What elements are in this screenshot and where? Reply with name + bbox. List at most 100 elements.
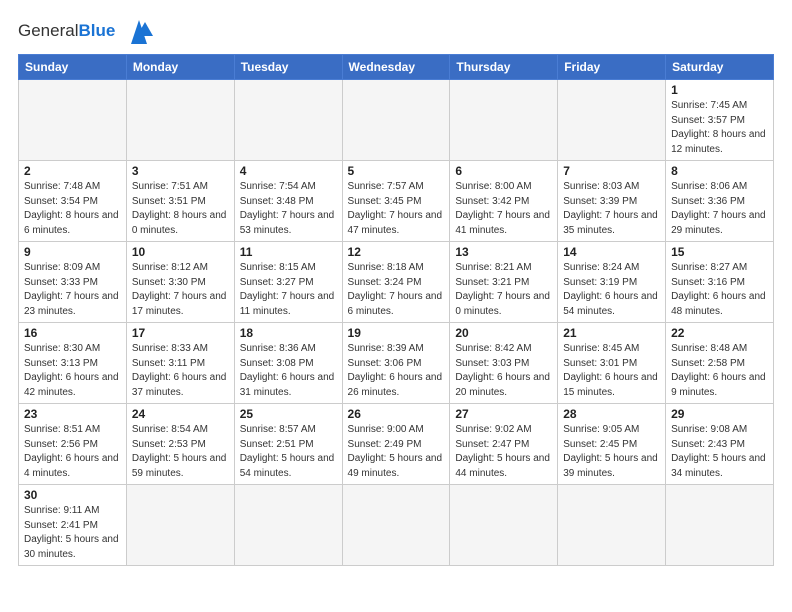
day-cell bbox=[450, 485, 558, 566]
weekday-header-monday: Monday bbox=[126, 55, 234, 80]
day-cell bbox=[450, 80, 558, 161]
day-info: Sunrise: 8:42 AM Sunset: 3:03 PM Dayligh… bbox=[455, 342, 552, 400]
day-info: Sunrise: 9:00 AM Sunset: 2:49 PM Dayligh… bbox=[348, 423, 445, 481]
day-cell: 13 Sunrise: 8:21 AM Sunset: 3:21 PM Dayli… bbox=[450, 242, 558, 323]
day-number: 7 bbox=[563, 164, 660, 178]
weekday-header-friday: Friday bbox=[558, 55, 666, 80]
day-number: 9 bbox=[24, 245, 121, 259]
logo-general: General bbox=[18, 21, 78, 40]
day-info: Sunrise: 7:57 AM Sunset: 3:45 PM Dayligh… bbox=[348, 180, 445, 238]
day-cell: 4Sunrise: 7:54 AM Sunset: 3:48 PM Daylig… bbox=[234, 161, 342, 242]
day-cell: 9 Sunrise: 8:09 AM Sunset: 3:33 PM Daylig… bbox=[19, 242, 127, 323]
day-cell: 8Sunrise: 8:06 AM Sunset: 3:36 PM Daylig… bbox=[666, 161, 774, 242]
day-cell bbox=[126, 485, 234, 566]
day-cell bbox=[666, 485, 774, 566]
day-info: Sunrise: 8:39 AM Sunset: 3:06 PM Dayligh… bbox=[348, 342, 445, 400]
day-number: 2 bbox=[24, 164, 121, 178]
day-cell: 2Sunrise: 7:48 AM Sunset: 3:54 PM Daylig… bbox=[19, 161, 127, 242]
day-cell: 22Sunrise: 8:48 AM Sunset: 2:58 PM Dayli… bbox=[666, 323, 774, 404]
day-cell: 30Sunrise: 9:11 AM Sunset: 2:41 PM Dayli… bbox=[19, 485, 127, 566]
day-info: Sunrise: 8:45 AM Sunset: 3:01 PM Dayligh… bbox=[563, 342, 660, 400]
logo-icon bbox=[121, 16, 157, 46]
day-cell bbox=[558, 485, 666, 566]
day-number: 11 bbox=[240, 245, 337, 259]
day-cell bbox=[342, 485, 450, 566]
day-number: 12 bbox=[348, 245, 445, 259]
day-cell: 19 Sunrise: 8:39 AM Sunset: 3:06 PM Dayli… bbox=[342, 323, 450, 404]
day-cell: 18Sunrise: 8:36 AM Sunset: 3:08 PM Dayli… bbox=[234, 323, 342, 404]
day-info: Sunrise: 7:51 AM Sunset: 3:51 PM Dayligh… bbox=[132, 180, 229, 238]
day-number: 25 bbox=[240, 407, 337, 421]
day-info: Sunrise: 8:09 AM Sunset: 3:33 PM Dayligh… bbox=[24, 261, 121, 319]
weekday-header-thursday: Thursday bbox=[450, 55, 558, 80]
day-info: Sunrise: 8:57 AM Sunset: 2:51 PM Dayligh… bbox=[240, 423, 337, 481]
day-info: Sunrise: 8:03 AM Sunset: 3:39 PM Dayligh… bbox=[563, 180, 660, 238]
day-info: Sunrise: 9:02 AM Sunset: 2:47 PM Dayligh… bbox=[455, 423, 552, 481]
day-info: Sunrise: 8:48 AM Sunset: 2:58 PM Dayligh… bbox=[671, 342, 768, 400]
day-info: Sunrise: 8:54 AM Sunset: 2:53 PM Dayligh… bbox=[132, 423, 229, 481]
day-info: Sunrise: 8:30 AM Sunset: 3:13 PM Dayligh… bbox=[24, 342, 121, 400]
day-number: 29 bbox=[671, 407, 768, 421]
day-cell: 21 Sunrise: 8:45 AM Sunset: 3:01 PM Dayli… bbox=[558, 323, 666, 404]
day-number: 16 bbox=[24, 326, 121, 340]
day-number: 27 bbox=[455, 407, 552, 421]
day-cell: 11Sunrise: 8:15 AM Sunset: 3:27 PM Dayli… bbox=[234, 242, 342, 323]
day-info: Sunrise: 8:12 AM Sunset: 3:30 PM Dayligh… bbox=[132, 261, 229, 319]
day-cell: 16 Sunrise: 8:30 AM Sunset: 3:13 PM Dayli… bbox=[19, 323, 127, 404]
day-cell: 5 Sunrise: 7:57 AM Sunset: 3:45 PM Daylig… bbox=[342, 161, 450, 242]
day-cell: 15 Sunrise: 8:27 AM Sunset: 3:16 PM Dayli… bbox=[666, 242, 774, 323]
day-cell: 17 Sunrise: 8:33 AM Sunset: 3:11 PM Dayli… bbox=[126, 323, 234, 404]
logo-blue: Blue bbox=[78, 21, 115, 40]
day-cell bbox=[126, 80, 234, 161]
day-number: 21 bbox=[563, 326, 660, 340]
day-info: Sunrise: 8:00 AM Sunset: 3:42 PM Dayligh… bbox=[455, 180, 552, 238]
day-info: Sunrise: 7:45 AM Sunset: 3:57 PM Dayligh… bbox=[671, 99, 768, 157]
day-cell: 3 Sunrise: 7:51 AM Sunset: 3:51 PM Daylig… bbox=[126, 161, 234, 242]
weekday-header-sunday: Sunday bbox=[19, 55, 127, 80]
day-number: 14 bbox=[563, 245, 660, 259]
day-cell bbox=[342, 80, 450, 161]
day-number: 28 bbox=[563, 407, 660, 421]
day-number: 8 bbox=[671, 164, 768, 178]
day-cell: 14 Sunrise: 8:24 AM Sunset: 3:19 PM Dayli… bbox=[558, 242, 666, 323]
day-cell: 25 Sunrise: 8:57 AM Sunset: 2:51 PM Dayli… bbox=[234, 404, 342, 485]
day-cell: 20 Sunrise: 8:42 AM Sunset: 3:03 PM Dayli… bbox=[450, 323, 558, 404]
day-number: 19 bbox=[348, 326, 445, 340]
day-info: Sunrise: 8:51 AM Sunset: 2:56 PM Dayligh… bbox=[24, 423, 121, 481]
weekday-header-tuesday: Tuesday bbox=[234, 55, 342, 80]
day-info: Sunrise: 8:33 AM Sunset: 3:11 PM Dayligh… bbox=[132, 342, 229, 400]
day-number: 24 bbox=[132, 407, 229, 421]
day-number: 17 bbox=[132, 326, 229, 340]
day-info: Sunrise: 8:27 AM Sunset: 3:16 PM Dayligh… bbox=[671, 261, 768, 319]
day-number: 6 bbox=[455, 164, 552, 178]
calendar-table: SundayMondayTuesdayWednesdayThursdayFrid… bbox=[18, 54, 774, 566]
day-number: 10 bbox=[132, 245, 229, 259]
day-cell: 29Sunrise: 9:08 AM Sunset: 2:43 PM Dayli… bbox=[666, 404, 774, 485]
week-row-2: 2Sunrise: 7:48 AM Sunset: 3:54 PM Daylig… bbox=[19, 161, 774, 242]
day-info: Sunrise: 8:21 AM Sunset: 3:21 PM Dayligh… bbox=[455, 261, 552, 319]
day-cell bbox=[558, 80, 666, 161]
week-row-4: 16 Sunrise: 8:30 AM Sunset: 3:13 PM Dayli… bbox=[19, 323, 774, 404]
weekday-header-wednesday: Wednesday bbox=[342, 55, 450, 80]
week-row-1: 1 Sunrise: 7:45 AM Sunset: 3:57 PM Daylig… bbox=[19, 80, 774, 161]
day-info: Sunrise: 8:24 AM Sunset: 3:19 PM Dayligh… bbox=[563, 261, 660, 319]
day-cell: 28Sunrise: 9:05 AM Sunset: 2:45 PM Dayli… bbox=[558, 404, 666, 485]
day-cell: 10 Sunrise: 8:12 AM Sunset: 3:30 PM Dayli… bbox=[126, 242, 234, 323]
day-cell bbox=[234, 485, 342, 566]
page: GeneralBlue SundayMondayTuesdayWednesday… bbox=[0, 0, 792, 612]
day-number: 20 bbox=[455, 326, 552, 340]
day-cell: 1 Sunrise: 7:45 AM Sunset: 3:57 PM Daylig… bbox=[666, 80, 774, 161]
day-info: Sunrise: 9:11 AM Sunset: 2:41 PM Dayligh… bbox=[24, 504, 121, 562]
day-number: 15 bbox=[671, 245, 768, 259]
day-info: Sunrise: 7:54 AM Sunset: 3:48 PM Dayligh… bbox=[240, 180, 337, 238]
day-number: 5 bbox=[348, 164, 445, 178]
day-number: 26 bbox=[348, 407, 445, 421]
day-info: Sunrise: 8:36 AM Sunset: 3:08 PM Dayligh… bbox=[240, 342, 337, 400]
day-number: 1 bbox=[671, 83, 768, 97]
day-cell: 23Sunrise: 8:51 AM Sunset: 2:56 PM Dayli… bbox=[19, 404, 127, 485]
day-number: 3 bbox=[132, 164, 229, 178]
day-info: Sunrise: 8:18 AM Sunset: 3:24 PM Dayligh… bbox=[348, 261, 445, 319]
day-cell: 24 Sunrise: 8:54 AM Sunset: 2:53 PM Dayli… bbox=[126, 404, 234, 485]
day-number: 13 bbox=[455, 245, 552, 259]
day-cell: 27 Sunrise: 9:02 AM Sunset: 2:47 PM Dayli… bbox=[450, 404, 558, 485]
